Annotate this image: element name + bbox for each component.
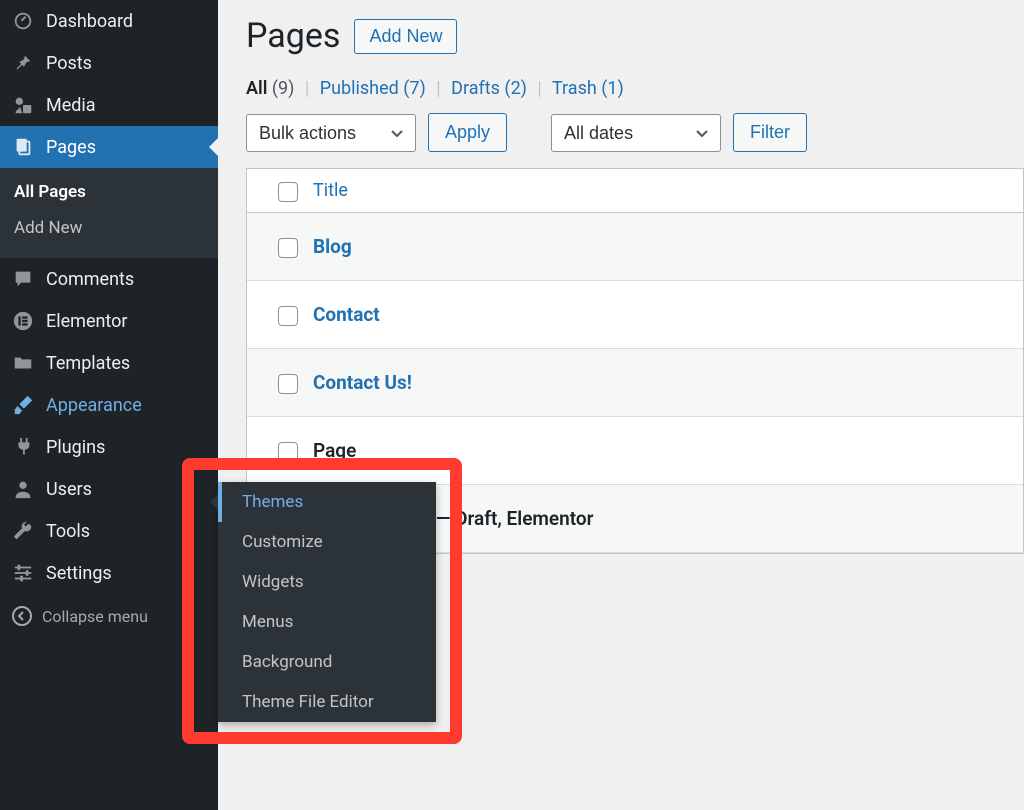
sidebar-item-posts[interactable]: Posts	[0, 42, 218, 84]
add-new-button[interactable]: Add New	[354, 19, 457, 54]
pages-icon	[12, 136, 34, 158]
title-cell: Blog	[313, 235, 352, 258]
sidebar-item-pages[interactable]: Pages	[0, 126, 218, 168]
appearance-subitem-widgets[interactable]: Widgets	[218, 562, 436, 602]
filter-all-count: (9)	[272, 78, 295, 99]
appearance-submenu-flyout: ThemesCustomizeWidgetsMenusBackgroundThe…	[218, 482, 436, 722]
table-actions-row: Bulk actions Apply All dates Filter	[246, 113, 1024, 152]
page-header: Pages Add New	[246, 16, 1024, 56]
filter-drafts[interactable]: Drafts (2)	[451, 78, 527, 99]
sidebar-item-label: Templates	[46, 353, 130, 374]
table-row: Blog	[247, 213, 1023, 281]
sidebar-item-label: Appearance	[46, 395, 142, 416]
page-state: Page	[313, 439, 356, 462]
table-row: Page	[247, 417, 1023, 485]
filter-trash[interactable]: Trash (1)	[552, 78, 624, 99]
sidebar-item-media[interactable]: Media	[0, 84, 218, 126]
sidebar-item-label: Media	[46, 95, 96, 116]
title-column-header[interactable]: Title	[313, 180, 348, 201]
title-cell: Contact	[313, 303, 380, 326]
filter-all[interactable]: All	[246, 78, 267, 99]
bulk-actions-select[interactable]: Bulk actions	[246, 114, 416, 152]
sidebar-item-comments[interactable]: Comments	[0, 258, 218, 300]
page-title: Pages	[246, 16, 340, 56]
page-title-link[interactable]: Contact	[313, 303, 380, 326]
collapse-menu[interactable]: Collapse menu	[0, 594, 218, 638]
user-icon	[12, 478, 34, 500]
page-title-link[interactable]: Blog	[313, 235, 352, 258]
sidebar-item-label: Users	[46, 479, 92, 500]
pages-submenu: All PagesAdd New	[0, 168, 218, 258]
media-icon	[12, 94, 34, 116]
status-filter-links: All (9) | Published (7) | Drafts (2) | T…	[246, 78, 1024, 99]
sidebar-item-appearance[interactable]: Appearance	[0, 384, 218, 426]
sidebar-item-settings[interactable]: Settings	[0, 552, 218, 594]
filter-published[interactable]: Published (7)	[320, 78, 426, 99]
sidebar-item-label: Elementor	[46, 311, 128, 332]
row-checkbox[interactable]	[278, 306, 298, 326]
admin-sidebar: Dashboard Posts Media Pages All PagesAdd New…	[0, 0, 218, 810]
sidebar-item-label: Dashboard	[46, 11, 133, 32]
wrench-icon	[12, 520, 34, 542]
sidebar-item-templates[interactable]: Templates	[0, 342, 218, 384]
collapse-label: Collapse menu	[42, 607, 148, 626]
pin-icon	[12, 52, 34, 74]
sidebar-item-label: Settings	[46, 563, 112, 584]
appearance-subitem-theme-file-editor[interactable]: Theme File Editor	[218, 682, 436, 722]
sidebar-item-tools[interactable]: Tools	[0, 510, 218, 552]
sidebar-item-label: Comments	[46, 269, 134, 290]
sidebar-item-label: Tools	[46, 521, 90, 542]
bulk-actions-select-wrap: Bulk actions	[246, 114, 416, 152]
sidebar-item-label: Pages	[46, 137, 96, 158]
sidebar-subitem-add-new[interactable]: Add New	[0, 210, 218, 246]
sidebar-item-label: Posts	[46, 53, 92, 74]
appearance-subitem-customize[interactable]: Customize	[218, 522, 436, 562]
table-header-row: Title	[247, 169, 1023, 213]
elementor-icon	[12, 310, 34, 332]
appearance-subitem-themes[interactable]: Themes	[218, 482, 436, 522]
collapse-icon	[12, 606, 32, 626]
appearance-subitem-background[interactable]: Background	[218, 642, 436, 682]
sidebar-item-label: Plugins	[46, 437, 105, 458]
sidebar-item-elementor[interactable]: Elementor	[0, 300, 218, 342]
sidebar-item-dashboard[interactable]: Dashboard	[0, 0, 218, 42]
dates-select-wrap: All dates	[551, 114, 721, 152]
apply-button[interactable]: Apply	[428, 113, 507, 152]
sidebar-subitem-all-pages[interactable]: All Pages	[0, 174, 218, 210]
page-title-link[interactable]: Contact Us!	[313, 371, 412, 394]
plug-icon	[12, 436, 34, 458]
page-state: — Draft, Elementor	[431, 507, 593, 530]
gauge-icon	[12, 10, 34, 32]
row-checkbox[interactable]	[278, 238, 298, 258]
sliders-icon	[12, 562, 34, 584]
filter-button[interactable]: Filter	[733, 113, 807, 152]
folder-icon	[12, 352, 34, 374]
appearance-subitem-menus[interactable]: Menus	[218, 602, 436, 642]
row-checkbox[interactable]	[278, 374, 298, 394]
brush-icon	[12, 394, 34, 416]
row-checkbox[interactable]	[278, 442, 298, 462]
sidebar-item-users[interactable]: Users	[0, 468, 218, 510]
sidebar-item-plugins[interactable]: Plugins	[0, 426, 218, 468]
table-row: Contact Us!	[247, 349, 1023, 417]
table-row: Contact	[247, 281, 1023, 349]
title-cell: Contact Us!	[313, 371, 412, 394]
comment-icon	[12, 268, 34, 290]
dates-select[interactable]: All dates	[551, 114, 721, 152]
title-cell: Page	[313, 439, 356, 462]
select-all-checkbox[interactable]	[278, 182, 298, 202]
